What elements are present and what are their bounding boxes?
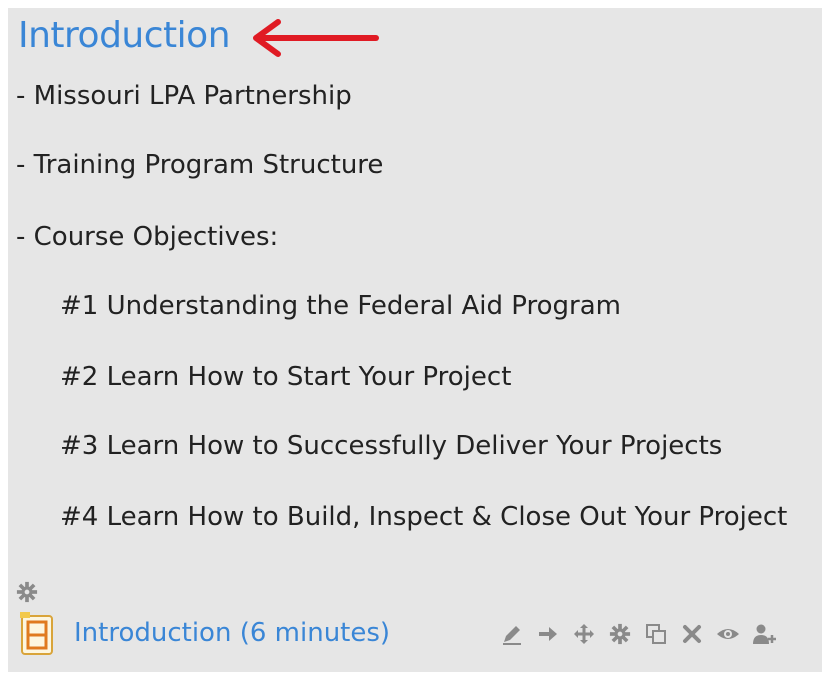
file-resource-icon[interactable] — [16, 608, 60, 658]
move-icon[interactable] — [572, 622, 596, 646]
summary-item-objectives: - Course Objectives: — [16, 222, 279, 252]
duplicate-icon[interactable] — [644, 622, 668, 646]
objective-item: #4 Learn How to Build, Inspect & Close O… — [60, 502, 788, 532]
summary-item-partnership: - Missouri LPA Partnership — [16, 81, 352, 111]
objective-item: #1 Understanding the Federal Aid Program — [60, 291, 621, 321]
section-title[interactable]: Introduction — [18, 14, 231, 58]
objective-item: #3 Learn How to Successfully Deliver You… — [60, 431, 723, 461]
visibility-icon[interactable] — [716, 622, 740, 646]
activity-edit-toolbar — [500, 622, 776, 646]
annotation-arrow-icon — [253, 19, 380, 57]
assign-roles-icon[interactable] — [752, 622, 776, 646]
settings-icon[interactable] — [608, 622, 632, 646]
section-heading-row: Introduction — [18, 14, 380, 58]
delete-icon[interactable] — [680, 622, 704, 646]
edit-icon[interactable] — [500, 622, 524, 646]
section-settings-icon[interactable] — [16, 581, 38, 603]
objective-item: #2 Learn How to Start Your Project — [60, 362, 512, 392]
activity-link[interactable]: Introduction (6 minutes) — [74, 618, 390, 648]
course-section-panel: Introduction - Missouri LPA Partnership … — [8, 8, 822, 672]
activity-row: Introduction (6 minutes) — [16, 608, 390, 658]
summary-item-structure: - Training Program Structure — [16, 150, 384, 180]
move-right-icon[interactable] — [536, 622, 560, 646]
